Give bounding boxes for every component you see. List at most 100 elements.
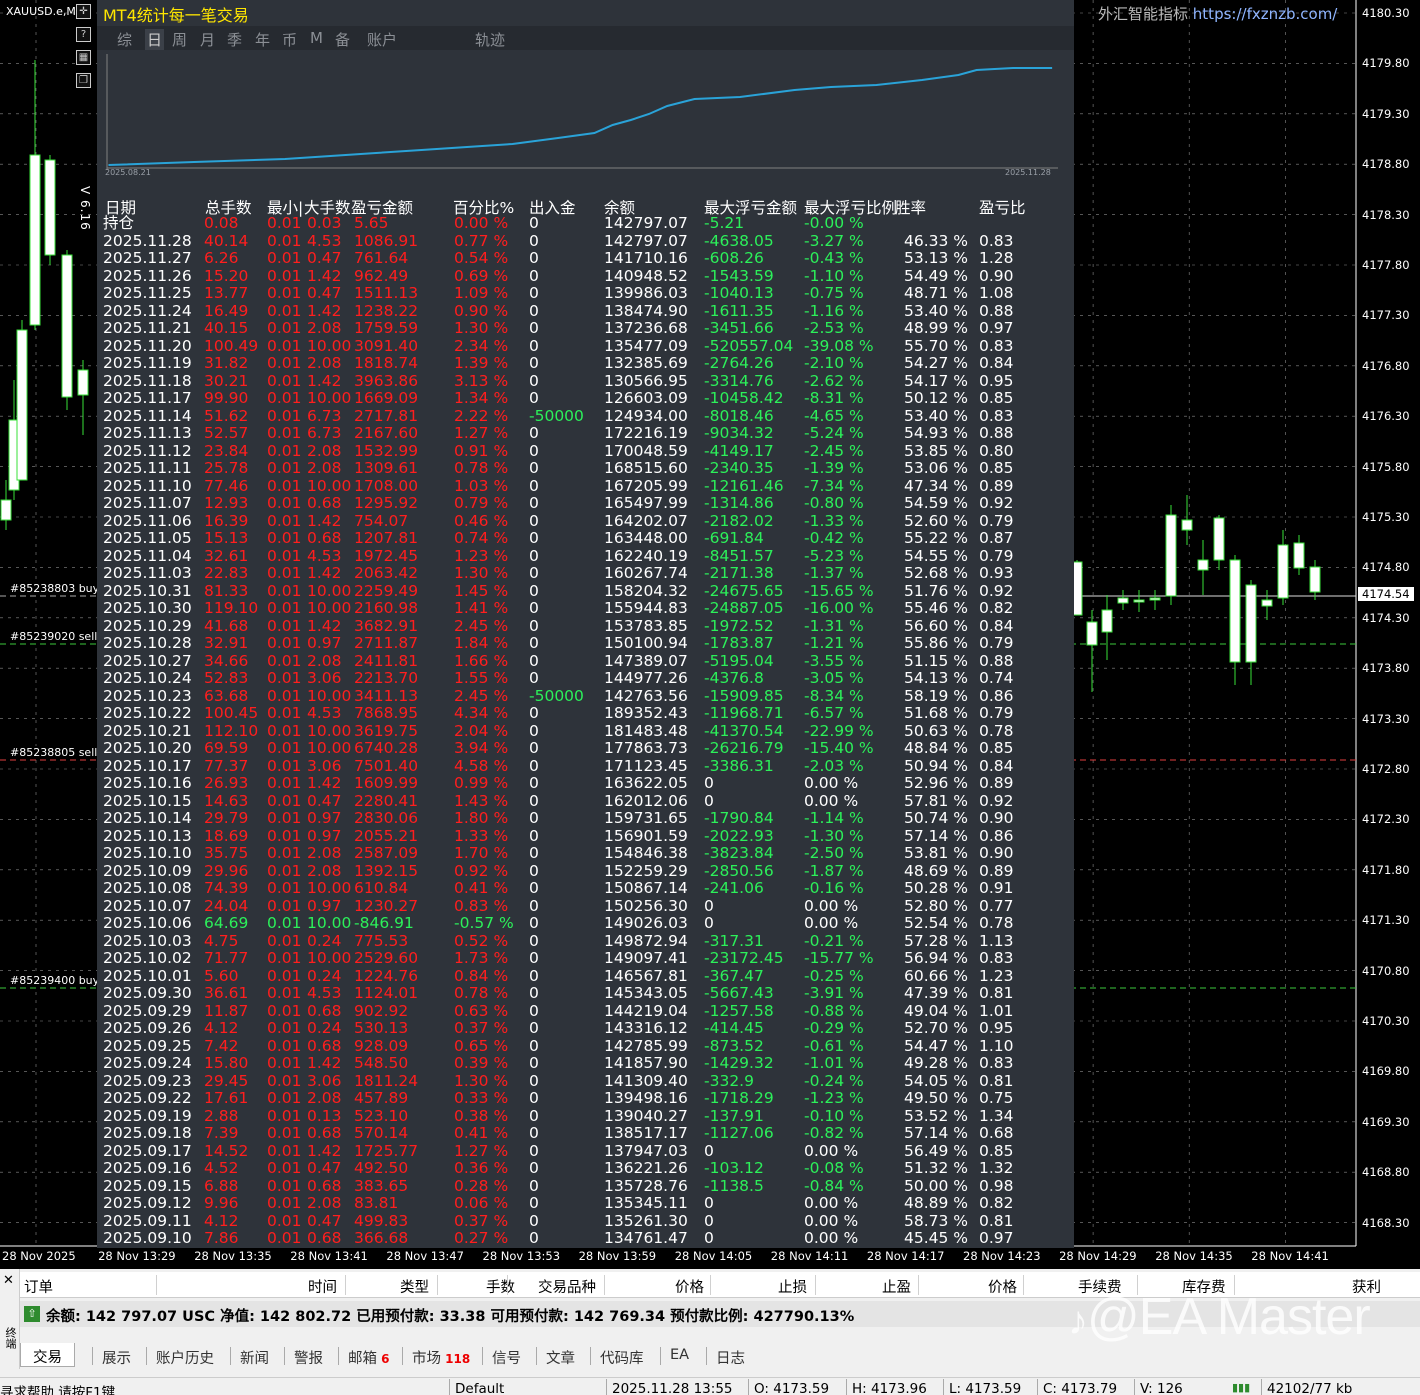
tab-separator [402,1347,403,1365]
terminal-tab-12[interactable]: 日志 [716,1347,745,1368]
order-column-header[interactable]: 订单 [24,1276,53,1297]
table-cell: 15.13 [204,529,249,547]
table-cell: 1.34 [979,1106,1014,1125]
table-cell: 1.42 [307,1141,342,1160]
status-item: L: 4173.59 [949,1381,1022,1395]
table-cell: 2.08 [307,441,342,460]
crosshair-icon[interactable]: ✛ [76,4,91,19]
table-cell: 14.52 [204,1141,249,1160]
terminal-tab-3[interactable]: 账户历史 [156,1347,214,1368]
table-cell: 0 [529,861,539,880]
terminal-tab-11[interactable]: EA [670,1347,689,1363]
table-cell: 3411.13 [354,686,419,705]
terminal-tab-7[interactable]: 市场 118 [412,1347,470,1368]
table-cell: -1.30 % [804,826,864,845]
table-cell: 32.91 [204,634,249,652]
table-cell: 0.74 [979,669,1014,687]
panel-tab[interactable]: 备 [335,29,350,50]
table-cell: 0.00 % [804,1141,859,1160]
panel-tab[interactable]: M [310,29,323,47]
table-cell: 2529.60 [354,949,419,967]
order-column-header[interactable]: 交易品种 [538,1276,596,1297]
grid-icon[interactable]: ▦ [76,50,91,65]
panel-tab[interactable]: 季 [227,29,242,50]
terminal-tab-1[interactable]: 交易 [20,1343,75,1367]
table-cell: 530.13 [354,1019,409,1037]
order-column-header[interactable]: 止盈 [882,1276,911,1297]
time-tick: 28 Nov 13:41 [290,1249,368,1263]
status-item: O: 4173.59 [754,1381,830,1395]
panel-tab[interactable]: 账户 [367,29,397,50]
table-cell: 0 [529,1001,539,1020]
table-row: 2025.10.28 32.91 0.01 0.97 2711.87 1.84 % 0 150… [97,634,1074,653]
panel-tab[interactable]: 币 [282,29,297,50]
terminal-tab-8[interactable]: 信号 [492,1347,521,1368]
order-column-header[interactable]: 止损 [778,1276,807,1297]
terminal-tab-10[interactable]: 代码库 [600,1347,644,1368]
candle-body [1261,599,1273,607]
table-cell: 0 [529,809,539,827]
table-cell: 50.63 % [904,721,969,740]
table-cell: 48.99 % [904,319,969,337]
table-row: 2025.09.24 15.80 0.01 1.42 548.50 0.39 % 0 1418… [97,1054,1074,1073]
table-cell: 0.85 [979,1141,1014,1160]
table-cell: 2025.11.24 [103,301,192,320]
table-cell: 0 [529,1071,539,1090]
table-cell: 155944.83 [604,599,688,617]
order-column-header[interactable]: 价格 [675,1276,704,1297]
close-icon[interactable]: ✕ [3,1273,14,1288]
terminal-sidebar: ✕ 终端 [0,1269,20,1369]
candle-body [16,329,28,481]
table-cell: 6.26 [204,249,239,267]
table-cell: 1.41 % [454,599,509,617]
price-tick: 4173.30 [1362,711,1410,726]
panel-tab[interactable]: 综 [117,29,132,50]
table-cell: 962.49 [354,266,409,285]
table-row: 2025.11.05 15.13 0.01 0.68 1207.81 0.74 % 0 163… [97,529,1074,548]
panel-tab[interactable]: 月 [200,29,215,50]
table-cell: 2025.10.29 [103,616,192,635]
help-icon[interactable]: ? [76,27,91,42]
table-cell: -50000 [529,686,584,705]
table-cell: 52.80 % [904,896,969,915]
terminal-tab-4[interactable]: 新闻 [240,1347,269,1368]
table-cell: 154846.38 [604,844,688,862]
order-column-header[interactable]: 价格 [988,1276,1017,1297]
table-cell: -39.08 % [804,336,874,355]
table-cell: 52.70 % [904,1019,969,1037]
table-cell: 0.63 % [454,1001,509,1020]
panel-tab[interactable]: 年 [255,29,270,50]
table-cell: 0.97 [307,896,342,915]
table-cell: 0.01 [267,1194,302,1212]
table-cell: 0 [529,441,539,460]
panel-tab[interactable]: 周 [172,29,187,50]
table-cell: 0.01 [267,494,302,512]
table-cell: 7868.95 [354,704,419,722]
table-cell: 0.08 [204,214,239,232]
table-cell: 0.01 [267,1036,302,1055]
table-cell: 0 [704,914,714,932]
watermark-text: 外汇智能指标 [1098,5,1189,23]
status-separator [449,1379,450,1395]
watermark-url: https://fxznzb.com/ [1192,5,1338,23]
table-cell: 2025.09.12 [103,1194,192,1212]
table-cell: 139498.16 [604,1089,688,1107]
table-cell: 928.09 [354,1036,409,1055]
window-icon[interactable]: ❐ [76,73,91,88]
terminal-tab-2[interactable]: 展示 [102,1347,131,1368]
tab-separator [706,1347,707,1365]
table-cell: 0.95 [979,371,1014,390]
terminal-tab-6[interactable]: 邮箱 6 [348,1347,390,1368]
order-column-header[interactable]: 类型 [400,1276,429,1297]
order-column-header[interactable]: 时间 [308,1276,337,1297]
terminal-tab-5[interactable]: 警报 [294,1347,323,1368]
panel-tab[interactable]: 轨迹 [475,29,505,50]
table-cell: 0 [529,1124,539,1142]
table-cell: 0.81 [979,984,1014,1002]
table-cell: -0.00 % [804,214,864,232]
panel-tab[interactable]: 日 [145,29,165,50]
table-cell: 2025.09.26 [103,1019,192,1037]
table-cell: 170048.59 [604,441,688,460]
order-column-header[interactable]: 手数 [486,1276,515,1297]
terminal-tab-9[interactable]: 文章 [546,1347,575,1368]
